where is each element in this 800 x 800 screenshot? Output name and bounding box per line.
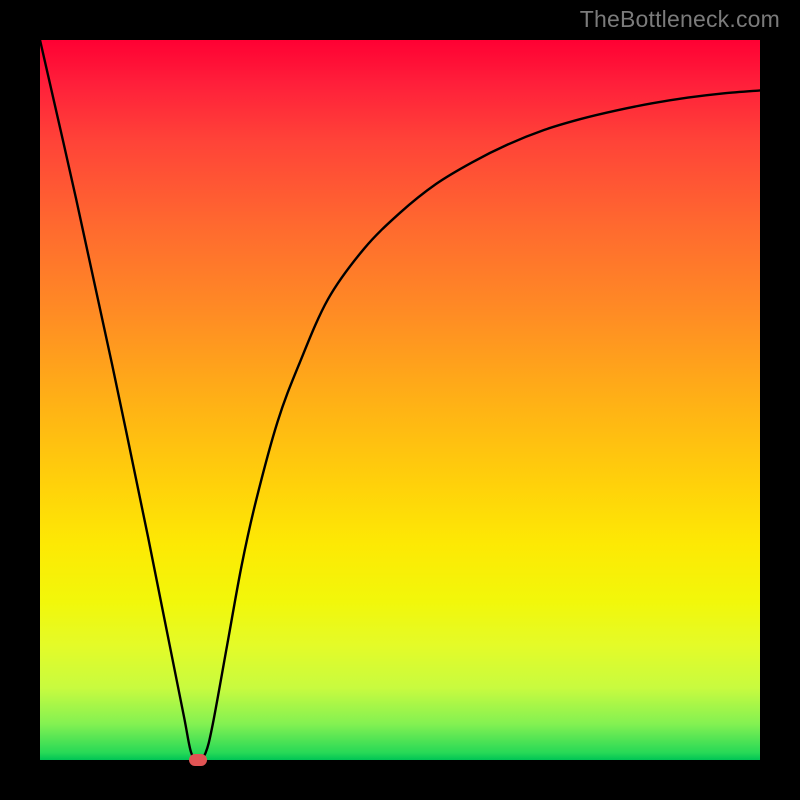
chart-frame: TheBottleneck.com: [0, 0, 800, 800]
curve-layer: [40, 40, 760, 760]
bottleneck-curve: [40, 40, 760, 760]
plot-area: [40, 40, 760, 760]
watermark-text: TheBottleneck.com: [580, 6, 780, 33]
optimum-marker: [189, 754, 207, 766]
